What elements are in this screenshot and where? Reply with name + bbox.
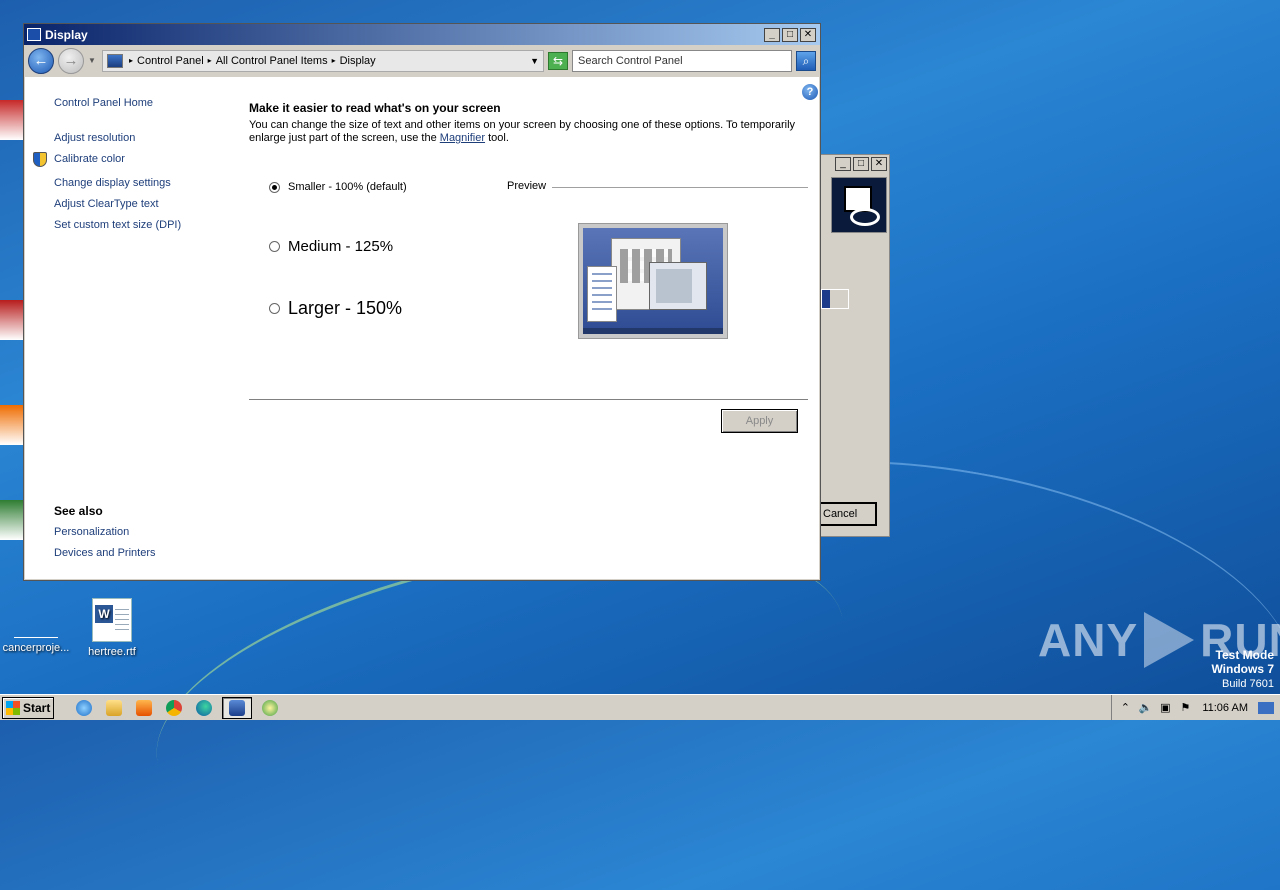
option-label[interactable]: Medium - 125% bbox=[288, 238, 393, 255]
preview-label: Preview bbox=[507, 180, 547, 192]
play-logo-icon bbox=[1144, 612, 1195, 668]
content-pane: Control Panel Home Adjust resolution Cal… bbox=[25, 77, 819, 579]
address-dropdown-icon[interactable]: ▼ bbox=[530, 56, 539, 66]
radio-button[interactable] bbox=[269, 181, 280, 193]
uac-shield-icon bbox=[33, 152, 47, 167]
system-tray: ⌃ 🔈 ▣ ⚑ 11:06 AM bbox=[1111, 695, 1280, 720]
breadcrumb: ▸ Control Panel ▸ All Control Panel Item… bbox=[129, 55, 376, 67]
page-description: You can change the size of text and othe… bbox=[249, 119, 809, 145]
link-adjust-resolution[interactable]: Adjust resolution bbox=[54, 132, 135, 144]
window-titlebar[interactable]: Display _ □ ✕ bbox=[24, 24, 820, 45]
app-taskbar-icon[interactable] bbox=[258, 697, 282, 719]
address-bar[interactable]: ▸ Control Panel ▸ All Control Panel Item… bbox=[102, 49, 544, 72]
clock[interactable]: 11:06 AM bbox=[1198, 702, 1252, 714]
magnifier-link[interactable]: Magnifier bbox=[440, 132, 485, 144]
breadcrumb-chevron-icon[interactable]: ▸ bbox=[332, 56, 336, 65]
tray-expand-icon[interactable]: ⌃ bbox=[1118, 701, 1132, 715]
preview-image bbox=[578, 223, 728, 339]
window-title: Display bbox=[45, 27, 88, 42]
search-input[interactable]: Search Control Panel bbox=[572, 49, 792, 72]
link-devices-printers[interactable]: Devices and Printers bbox=[54, 547, 156, 559]
divider bbox=[249, 399, 808, 400]
radio-button[interactable] bbox=[269, 241, 280, 252]
watermark-text-left: ANY bbox=[1038, 614, 1139, 666]
display-taskbar-button[interactable] bbox=[222, 696, 252, 719]
desktop-icon-partial[interactable] bbox=[0, 500, 24, 540]
start-button[interactable]: Start bbox=[2, 696, 54, 719]
breadcrumb-chevron-icon[interactable]: ▸ bbox=[208, 56, 212, 65]
test-mode-line2: Windows 7 bbox=[1211, 662, 1274, 676]
maximize-button[interactable]: □ bbox=[782, 27, 798, 42]
background-dialog[interactable]: _ □ ✕ Cancel bbox=[819, 154, 890, 537]
refresh-icon[interactable]: ⇆ bbox=[548, 51, 568, 70]
search-placeholder: Search Control Panel bbox=[578, 54, 683, 67]
help-icon[interactable]: ? bbox=[802, 84, 818, 100]
test-mode-line3: Build 7601 bbox=[1222, 678, 1274, 690]
desktop-icon-label: hertree.rtf bbox=[88, 646, 136, 658]
windows-logo-icon bbox=[6, 700, 20, 715]
minimize-button[interactable]: _ bbox=[764, 27, 780, 42]
description-text: You can change the size of text and othe… bbox=[249, 119, 796, 144]
start-label: Start bbox=[23, 700, 51, 715]
background-dialog-titlebar[interactable]: _ □ ✕ bbox=[821, 155, 889, 175]
breadcrumb-display[interactable]: Display bbox=[340, 55, 376, 67]
display-icon bbox=[27, 28, 41, 41]
breadcrumb-all-items[interactable]: All Control Panel Items bbox=[216, 55, 328, 67]
desktop-icon-label: cancerproje... bbox=[2, 642, 70, 654]
installer-icon bbox=[831, 177, 887, 233]
forward-button[interactable]: → bbox=[58, 47, 84, 74]
action-center-flag-icon[interactable]: ⚑ bbox=[1178, 701, 1192, 715]
option-larger[interactable]: Larger - 150% bbox=[269, 298, 402, 319]
desktop-icon-hertree[interactable]: hertree.rtf bbox=[72, 598, 152, 658]
maximize-button[interactable]: □ bbox=[853, 157, 869, 171]
show-desktop-icon[interactable] bbox=[1258, 701, 1274, 714]
option-label[interactable]: Smaller - 100% (default) bbox=[288, 181, 407, 193]
search-icon[interactable]: ⌕ bbox=[796, 50, 816, 71]
display-window[interactable]: Display _ □ ✕ ← → ▼ ▸ Control Panel ▸ Al… bbox=[23, 23, 821, 581]
description-text-end: tool. bbox=[485, 132, 509, 144]
close-button[interactable]: ✕ bbox=[871, 157, 887, 171]
chrome-icon[interactable] bbox=[162, 697, 186, 719]
desktop-icon-cancerproject[interactable]: cancerproje... bbox=[0, 618, 76, 654]
option-smaller[interactable]: Smaller - 100% (default) bbox=[269, 181, 407, 193]
internet-explorer-icon[interactable] bbox=[72, 697, 96, 719]
taskbar: Start ⌃ 🔈 ▣ ⚑ 11:06 AM bbox=[0, 694, 1280, 720]
control-panel-icon bbox=[107, 53, 123, 68]
media-player-icon[interactable] bbox=[132, 697, 156, 719]
desktop-icon-partial[interactable] bbox=[0, 300, 24, 340]
desktop-icon-partial[interactable] bbox=[0, 405, 24, 445]
link-calibrate-color[interactable]: Calibrate color bbox=[54, 153, 125, 165]
option-label[interactable]: Larger - 150% bbox=[288, 298, 402, 319]
word-document-icon bbox=[92, 598, 132, 642]
back-button[interactable]: ← bbox=[28, 47, 54, 74]
desktop-icon-partial[interactable] bbox=[0, 100, 24, 140]
file-explorer-icon[interactable] bbox=[102, 697, 126, 719]
page-title: Make it easier to read what's on your sc… bbox=[249, 101, 501, 115]
link-personalization[interactable]: Personalization bbox=[54, 526, 129, 538]
close-button[interactable]: ✕ bbox=[800, 27, 816, 42]
left-nav-pane: Control Panel Home Adjust resolution Cal… bbox=[25, 77, 235, 579]
address-row: ← → ▼ ▸ Control Panel ▸ All Control Pane… bbox=[24, 45, 820, 76]
edge-icon[interactable] bbox=[192, 697, 216, 719]
radio-button[interactable] bbox=[269, 303, 280, 314]
apply-button[interactable]: Apply bbox=[721, 409, 798, 433]
breadcrumb-chevron-icon[interactable]: ▸ bbox=[129, 56, 133, 65]
preview-divider bbox=[552, 187, 808, 188]
test-mode-line1: Test Mode bbox=[1215, 648, 1274, 662]
file-icon bbox=[14, 618, 58, 638]
link-control-panel-home[interactable]: Control Panel Home bbox=[54, 97, 153, 109]
minimize-button[interactable]: _ bbox=[835, 157, 851, 171]
recent-pages-chevron-icon[interactable]: ▼ bbox=[88, 56, 98, 65]
network-icon[interactable]: ▣ bbox=[1158, 701, 1172, 715]
link-custom-dpi[interactable]: Set custom text size (DPI) bbox=[54, 219, 181, 231]
see-also-heading: See also bbox=[54, 504, 103, 518]
cancel-button[interactable]: Cancel bbox=[819, 502, 877, 526]
link-change-display-settings[interactable]: Change display settings bbox=[54, 177, 171, 189]
progress-bar bbox=[821, 289, 849, 309]
breadcrumb-control-panel[interactable]: Control Panel bbox=[137, 55, 204, 67]
link-adjust-cleartype[interactable]: Adjust ClearType text bbox=[54, 198, 159, 210]
volume-icon[interactable]: 🔈 bbox=[1138, 701, 1152, 715]
option-medium[interactable]: Medium - 125% bbox=[269, 238, 393, 255]
